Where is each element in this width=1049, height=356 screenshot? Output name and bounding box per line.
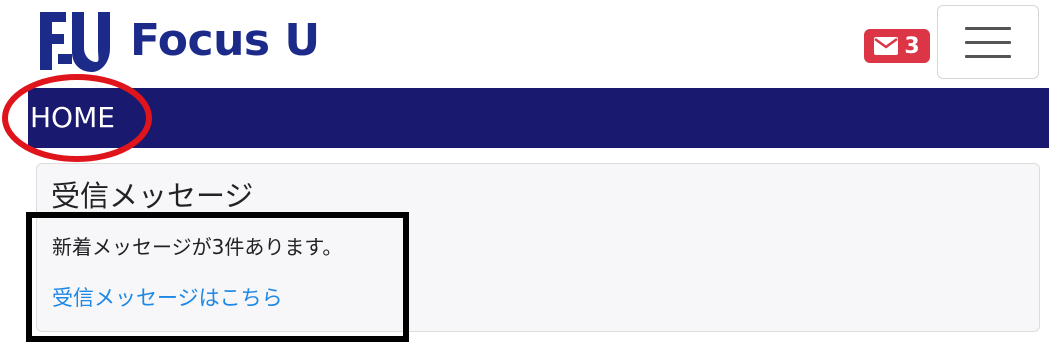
logo-text: Focus U [130, 15, 320, 66]
inbox-link[interactable]: 受信メッセージはこちら [52, 284, 283, 312]
envelope-icon [874, 37, 899, 55]
hamburger-icon-bar [965, 40, 1011, 44]
breadcrumb-home[interactable]: HOME [30, 100, 115, 136]
hamburger-icon [965, 26, 1011, 30]
header: Focus U 3 [0, 0, 1049, 88]
mail-count: 3 [904, 33, 920, 59]
mail-badge[interactable]: 3 [864, 29, 930, 63]
card-title: 受信メッセージ [51, 179, 254, 213]
breadcrumb-bar [28, 88, 1049, 148]
new-message-text: 新着メッセージが3件あります。 [52, 235, 343, 259]
logo[interactable]: Focus U [36, 6, 320, 76]
menu-toggle-button[interactable] [937, 5, 1039, 79]
page: Focus U 3 HOME 受信メッセージ 新着メッセージが3件あります。 受… [0, 0, 1049, 356]
focus-u-logo-icon [40, 12, 110, 72]
hamburger-icon-bar [965, 54, 1011, 58]
